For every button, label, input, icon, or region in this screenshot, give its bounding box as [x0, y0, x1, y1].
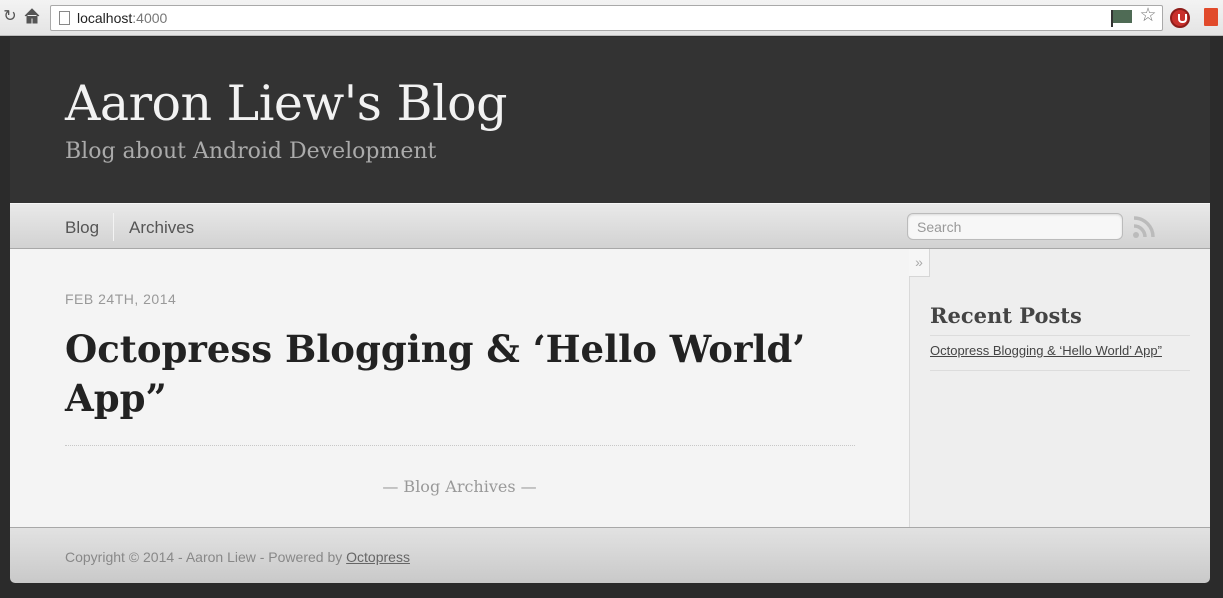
browser-toolbar: ↻ localhost:4000 ☆	[0, 0, 1223, 36]
blog-archives-link[interactable]: — Blog Archives —	[10, 477, 909, 496]
sidebar-divider	[930, 335, 1190, 336]
site-footer: Copyright © 2014 - Aaron Liew - Powered …	[10, 527, 1210, 583]
star-icon[interactable]: ☆	[1138, 6, 1158, 26]
post-date: FEB 24TH, 2014	[65, 291, 177, 307]
recent-posts-heading: Recent Posts	[930, 303, 1082, 328]
post-title[interactable]: Octopress Blogging & ‘Hello World’ App”	[65, 325, 825, 423]
address-bar[interactable]: localhost:4000	[50, 5, 1163, 31]
home-icon[interactable]	[22, 7, 42, 27]
nav-archives-link[interactable]: Archives	[129, 218, 194, 238]
content-area: FEB 24TH, 2014 Octopress Blogging & ‘Hel…	[10, 249, 1210, 527]
octopress-link[interactable]: Octopress	[346, 549, 410, 565]
site-header: Aaron Liew's Blog Blog about Android Dev…	[10, 37, 1210, 203]
site-title[interactable]: Aaron Liew's Blog	[65, 75, 508, 132]
page: Aaron Liew's Blog Blog about Android Dev…	[10, 37, 1210, 583]
main-column: FEB 24TH, 2014 Octopress Blogging & ‘Hel…	[10, 249, 909, 527]
post-divider	[65, 445, 855, 446]
footer-copyright-text: Copyright © 2014 - Aaron Liew - Powered …	[65, 549, 347, 565]
sidebar-toggle-icon[interactable]: »	[909, 249, 930, 277]
footer-copyright: Copyright © 2014 - Aaron Liew - Powered …	[65, 549, 410, 565]
nav-blog-link[interactable]: Blog	[65, 218, 99, 238]
reload-icon[interactable]: ↻	[0, 7, 20, 27]
nav-separator	[113, 213, 114, 241]
page-icon	[59, 11, 70, 25]
site-subtitle: Blog about Android Development	[65, 139, 437, 164]
rss-icon[interactable]	[1132, 215, 1156, 239]
main-nav: Blog Archives	[10, 203, 1210, 249]
power-icon[interactable]	[1170, 8, 1190, 28]
flag-icon[interactable]	[1111, 8, 1132, 28]
bookmark-icon[interactable]	[1204, 8, 1218, 26]
search-input[interactable]	[907, 213, 1123, 240]
sidebar-divider	[930, 370, 1190, 371]
url-text[interactable]: localhost:4000	[77, 10, 167, 26]
sidebar: » Recent Posts Octopress Blogging & ‘Hel…	[909, 249, 1210, 527]
recent-post-link[interactable]: Octopress Blogging & ‘Hello World’ App”	[930, 343, 1162, 358]
